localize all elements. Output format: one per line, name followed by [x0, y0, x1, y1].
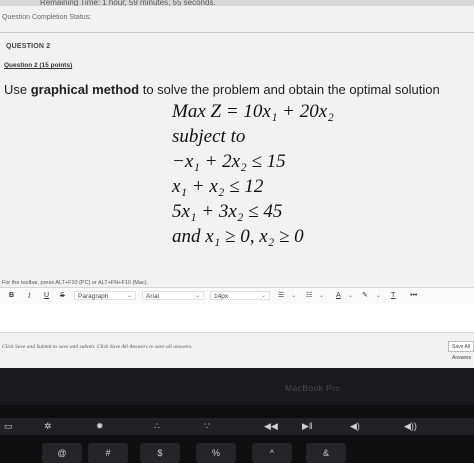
prompt-prefix: Use	[4, 82, 31, 97]
chevron-down-icon[interactable]: ⌄	[376, 292, 381, 300]
chevron-down-icon[interactable]: ⌄	[291, 292, 296, 300]
underline-button[interactable]: U	[44, 292, 49, 300]
remaining-time: Remaining Time: 1 hour, 59 minutes, 55 s…	[0, 0, 474, 6]
objective-line: Max Z = 10x₁ + 20x₂	[172, 101, 334, 122]
rewind-icon: ◀◀	[264, 421, 278, 431]
laptop-brand-label: MacBook Pro	[285, 383, 341, 393]
question-points: Question 2 (15 points)	[4, 62, 73, 69]
font-size-select[interactable]: 14px ⌄	[210, 291, 270, 300]
key-ampersand: &	[306, 443, 346, 463]
play-pause-icon: ▶‖	[302, 421, 313, 431]
brightness-up-icon: ✹	[96, 421, 104, 431]
constraint-2: x₁ + x₂ ≤ 12	[172, 176, 264, 197]
keyboard-light-up-icon: ∵	[204, 421, 210, 431]
font-select[interactable]: Arial ⌄	[142, 291, 204, 300]
chevron-down-icon[interactable]: ⌄	[319, 292, 324, 300]
answer-editor[interactable]	[0, 304, 474, 333]
keyboard: ▭ ✲ ✹ ∴ ∵ ◀◀ ▶‖ ◀) ◀)) @ # $ % ^ &	[0, 405, 474, 463]
chevron-down-icon: ⌄	[260, 293, 266, 299]
text-color-icon[interactable]: A	[336, 292, 341, 300]
bullet-list-icon[interactable]: ☰	[278, 292, 284, 300]
key-hash: #	[88, 443, 128, 463]
chevron-down-icon[interactable]: ⌄	[348, 292, 353, 300]
function-key-row: ▭ ✲ ✹ ∴ ∵ ◀◀ ▶‖ ◀) ◀))	[0, 418, 474, 435]
constraint-1: −x₁ + 2x₂ ≤ 15	[172, 151, 286, 172]
completion-status-label: Question Completion Status:	[2, 14, 92, 21]
paragraph-select-value: Paragraph	[78, 293, 109, 300]
italic-button[interactable]: I	[28, 292, 30, 300]
key-at: @	[42, 443, 82, 463]
mute-icon: ◀)	[350, 421, 360, 431]
strikethrough-button[interactable]: S	[60, 292, 65, 300]
font-size-select-value: 14px	[214, 293, 229, 300]
key-dollar: $	[140, 443, 180, 463]
more-options-button[interactable]: •••	[410, 292, 417, 300]
divider	[0, 32, 474, 33]
question-prompt: Use graphical method to solve the proble…	[4, 82, 440, 97]
prompt-suffix: to solve the problem and obtain the opti…	[139, 82, 440, 97]
browser-screen: Remaining Time: 1 hour, 59 minutes, 55 s…	[0, 0, 474, 368]
brightness-down-icon: ✲	[44, 421, 52, 431]
submit-instructions: Click Save and Submit to save and submit…	[2, 344, 193, 350]
prompt-bold: graphical method	[30, 82, 140, 97]
key-percent: %	[196, 443, 236, 463]
chevron-down-icon: ⌄	[126, 293, 132, 299]
mission-control-icon: ▭	[4, 421, 13, 431]
save-all-answers-button[interactable]: Save All Answers	[448, 341, 474, 361]
chevron-down-icon: ⌄	[194, 293, 200, 299]
editor-toolbar: B I U S Paragraph ⌄ Arial ⌄ 14px ⌄ ☰ ⌄ ☷…	[0, 287, 474, 305]
bold-button[interactable]: B	[9, 292, 14, 300]
nonnegativity-line: and x₁ ≥ 0, x₂ ≥ 0	[172, 226, 304, 247]
key-caret: ^	[252, 443, 292, 463]
paragraph-select[interactable]: Paragraph ⌄	[74, 291, 136, 300]
constraint-3: 5x₁ + 3x₂ ≤ 45	[172, 201, 283, 222]
keyboard-light-down-icon: ∴	[154, 421, 160, 431]
volume-down-icon: ◀))	[404, 421, 417, 431]
clear-format-button[interactable]: T	[391, 292, 395, 300]
numbered-list-icon[interactable]: ☷	[306, 292, 312, 300]
highlight-pen-icon[interactable]: ✎	[362, 292, 368, 300]
question-tab: QUESTION 2	[6, 43, 51, 50]
font-select-value: Arial	[146, 293, 160, 300]
subject-to-line: subject to	[172, 126, 246, 147]
toolbar-hint: For the toolbar, press ALT+F10 (PC) or A…	[2, 280, 149, 286]
